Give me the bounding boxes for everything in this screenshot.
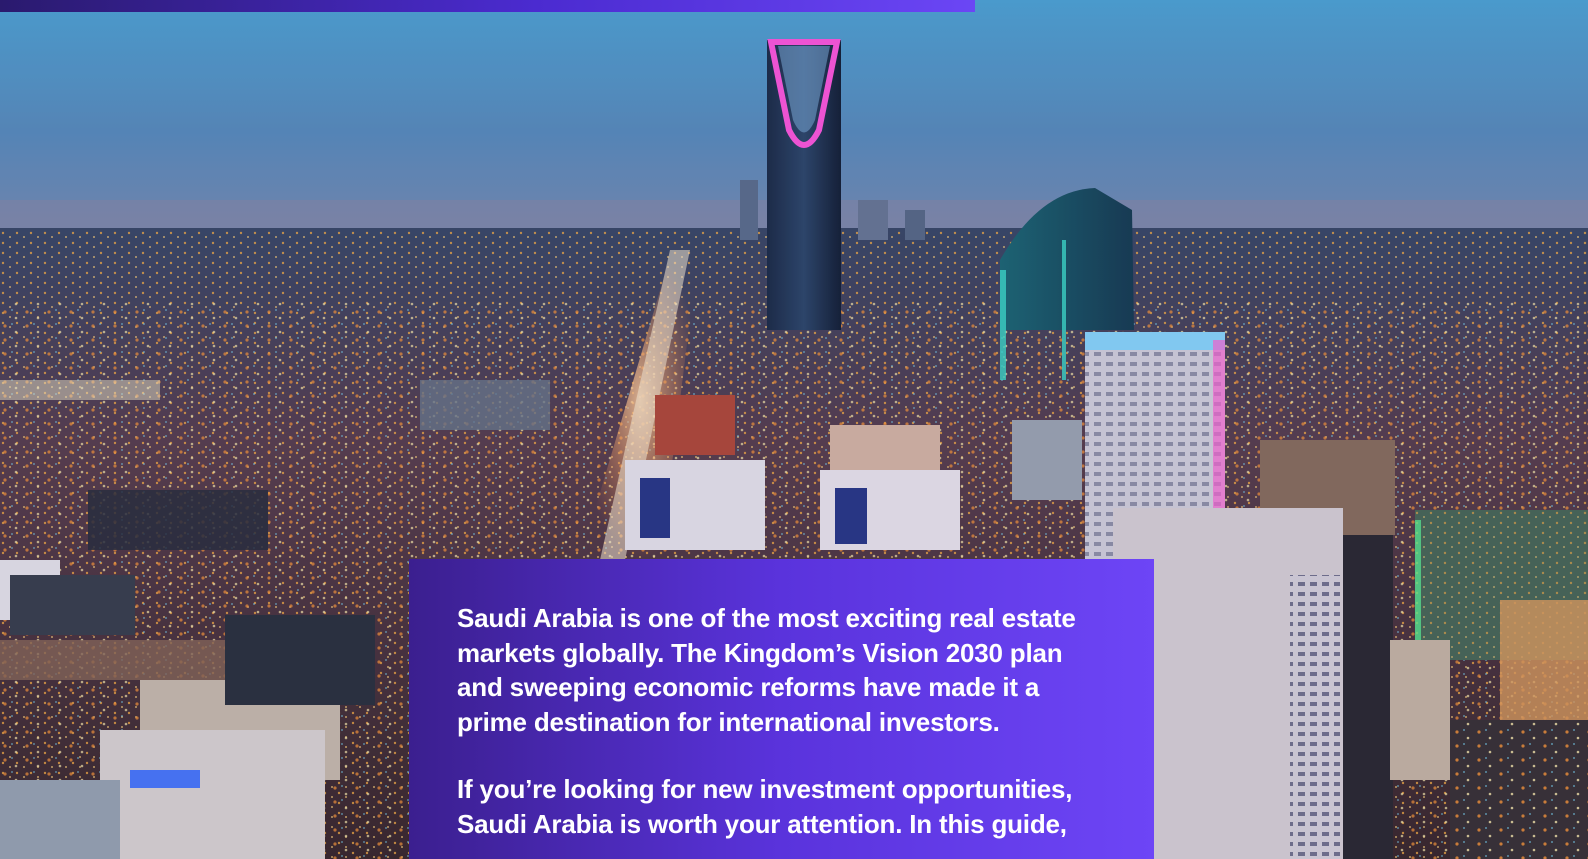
top-accent-bar [0, 0, 975, 12]
intro-paragraph-1: Saudi Arabia is one of the most exciting… [457, 603, 1076, 737]
intro-paragraph-2: If you’re looking for new investment opp… [457, 774, 1073, 839]
intro-text-card: Saudi Arabia is one of the most exciting… [409, 559, 1154, 859]
